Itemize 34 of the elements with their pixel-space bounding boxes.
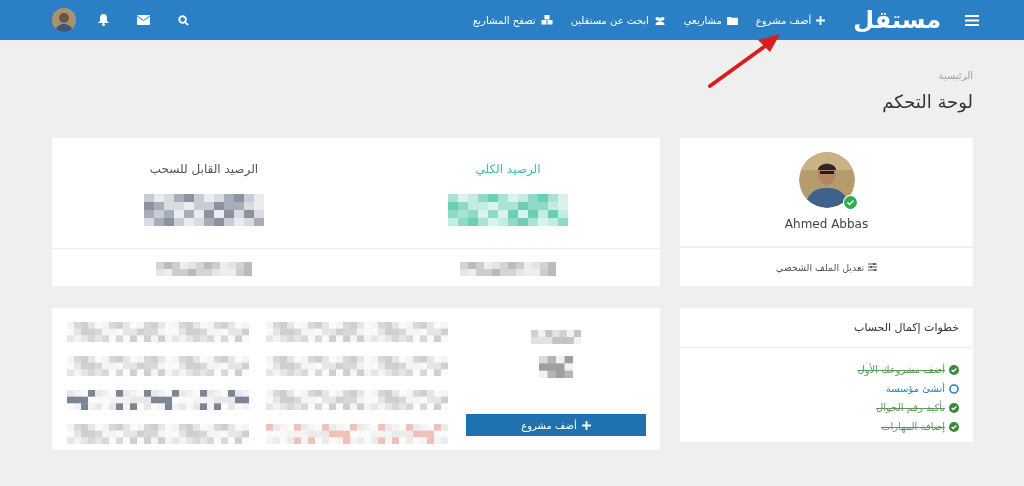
menu-icon[interactable] <box>965 14 979 26</box>
balance-label: الرصيد الكلي <box>475 162 541 176</box>
check-icon <box>949 402 959 413</box>
nav-link[interactable]: مشاريعي <box>683 14 738 26</box>
profile-name: Ahmed Abbas <box>784 217 869 231</box>
users-icon <box>653 15 666 25</box>
search-icon[interactable] <box>178 14 189 26</box>
logo[interactable]: مستقل <box>853 8 941 32</box>
bell-icon[interactable] <box>98 14 109 26</box>
sliders-icon <box>868 263 878 271</box>
plus-icon <box>816 15 826 25</box>
balance-label: الرصيد القابل للسحب <box>149 162 259 176</box>
add-project-button[interactable]: أضف مشروع <box>466 414 646 436</box>
step-item[interactable]: أنشئ مؤسسة <box>694 383 959 394</box>
nav-link[interactable]: تصفح المشاريع <box>473 14 553 26</box>
nav-link[interactable]: أضف مشروع <box>755 14 826 26</box>
circle-icon <box>949 383 959 394</box>
step-item[interactable]: تأكيد رقم الجوال <box>694 402 959 413</box>
edit-profile-link[interactable]: تعديل الملف الشخصي <box>775 261 878 273</box>
step-item[interactable]: أضف مشروعك الأول <box>694 364 959 375</box>
breadcrumb[interactable]: الرئيسية <box>0 70 973 81</box>
folder-icon <box>726 15 738 25</box>
step-item[interactable]: إضافة المهارات <box>694 421 959 432</box>
steps-title: خطوات إكمال الحساب <box>680 308 973 348</box>
pixelated-drawing <box>531 330 581 344</box>
check-icon <box>949 364 959 375</box>
nav-link[interactable]: ابحث عن مستقلين <box>570 14 666 26</box>
cubes-icon <box>540 15 553 25</box>
avatar[interactable] <box>52 8 76 32</box>
mail-icon[interactable] <box>137 15 150 25</box>
pixelated-drawing <box>539 356 573 378</box>
check-icon <box>949 421 959 432</box>
page-title: لوحة التحكم <box>881 91 973 112</box>
plus-icon <box>581 420 591 430</box>
